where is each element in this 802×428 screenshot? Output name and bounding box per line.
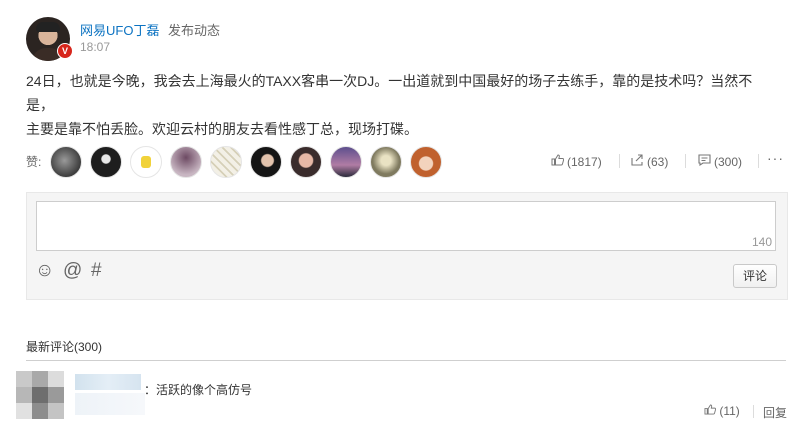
liker-avatar[interactable] [90,146,122,178]
mention-icon[interactable]: @ [63,261,82,281]
hashtag-icon[interactable]: # [91,261,102,281]
post-timestamp: 18:07 [80,40,111,54]
liker-avatar[interactable] [170,146,202,178]
share-button[interactable]: (63) [631,154,668,169]
comment-like-button[interactable]: (11) [704,404,740,418]
comment-button[interactable]: (300) [698,154,742,169]
post-action-label: 发布动态 [168,23,221,38]
liker-avatar[interactable] [410,146,442,178]
latest-comments-title: 最新评论(300) [26,340,103,354]
divider [685,154,686,168]
post-body: 24日，也就是今晚，我会去上海最火的TAXX客串一次DJ。一出道就到中国最好的场… [26,69,776,141]
thumbs-up-icon [704,404,719,418]
submit-comment-button[interactable]: 评论 [733,264,777,288]
reply-link[interactable]: 回复 [763,404,787,421]
more-options-icon[interactable]: ··· [767,150,784,166]
post-body-line-1: 24日，也就是今晚，我会去上海最火的TAXX客串一次DJ。一出道就到中国最好的场… [26,73,753,113]
commenter-avatar[interactable] [16,371,64,419]
verified-badge-icon: V [57,43,73,59]
emoji-icon[interactable]: ☺ [35,261,54,281]
comment-count: (300) [714,155,743,169]
liker-avatar[interactable] [290,146,322,178]
liker-avatar[interactable] [370,146,402,178]
commenter-extra [75,393,145,415]
divider [758,154,759,168]
liker-avatar[interactable] [210,146,242,178]
liker-avatar[interactable] [50,146,82,178]
liker-avatar[interactable] [330,146,362,178]
divider [619,154,620,168]
comment-icon [698,154,711,169]
post-body-line-2: 主要是靠不怕丢脸。欢迎云村的朋友去看性感丁总，现场打碟。 [26,121,418,137]
liker-avatar[interactable] [130,146,162,178]
comment-text: ：活跃的像个高仿号 [144,383,253,397]
like-button[interactable]: (1817) [551,154,602,169]
comment-textarea[interactable] [36,201,776,251]
liker-avatar[interactable] [250,146,282,178]
share-icon [631,154,644,169]
likes-label: 赞: [26,155,42,169]
divider [26,360,786,361]
like-count: (1817) [567,155,602,169]
comment-like-count: (11) [719,404,740,418]
author-name-link[interactable]: 网易UFO丁磊 [80,20,159,39]
share-count: (63) [647,155,669,169]
divider [753,405,754,418]
commenter-name-link[interactable] [75,374,141,390]
thumbs-up-icon [551,154,565,169]
char-count: 140 [752,235,773,249]
